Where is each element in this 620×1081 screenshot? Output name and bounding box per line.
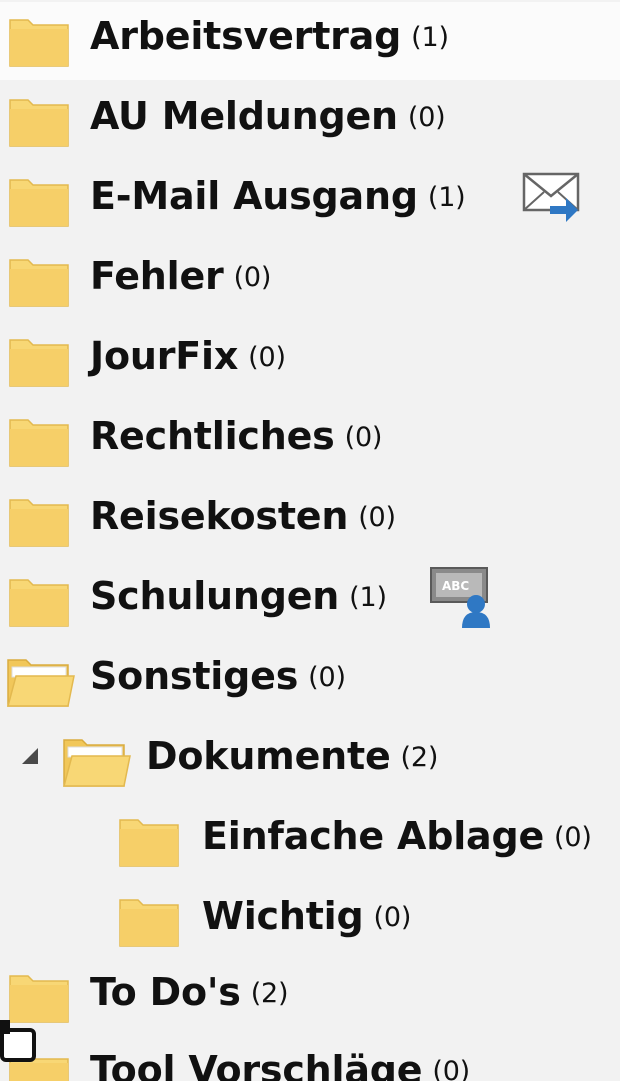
folder-icon xyxy=(8,252,72,308)
folder-item-dokumente[interactable]: Dokumente (2) xyxy=(0,722,620,800)
unread-count: (1) xyxy=(349,582,387,613)
unread-count: (0) xyxy=(432,1056,471,1081)
folder-label: Sonstiges (0) xyxy=(90,654,346,698)
folder-item-e-mail-ausgang[interactable]: E-Mail Ausgang (1) xyxy=(0,162,620,240)
folder-icon xyxy=(8,12,72,68)
svg-text:ABC: ABC xyxy=(442,579,469,593)
folder-label: Einfache Ablage (0) xyxy=(202,814,592,858)
folder-item-to-dos[interactable]: To Do's (2) xyxy=(0,958,620,1036)
folder-item-tool-vorschlaege[interactable]: Tool Vorschläge (0) xyxy=(0,1036,620,1081)
folder-icon xyxy=(8,172,72,228)
folder-label: Dokumente (2) xyxy=(146,734,439,778)
folder-item-reisekosten[interactable]: Reisekosten (0) xyxy=(0,482,620,560)
unread-count: (0) xyxy=(233,262,272,293)
mail-outbox-icon xyxy=(520,164,586,230)
folder-item-wichtig[interactable]: Wichtig (0) xyxy=(0,882,620,960)
folder-label: Tool Vorschläge (0) xyxy=(90,1048,470,1081)
folder-item-sonstiges[interactable]: Sonstiges (0) xyxy=(0,642,620,720)
folder-label: E-Mail Ausgang (1) xyxy=(90,174,466,218)
folder-item-jourfix[interactable]: JourFix (0) xyxy=(0,322,620,400)
unread-count: (0) xyxy=(344,422,383,453)
unread-count: (1) xyxy=(411,22,449,53)
folder-item-rechtliches[interactable]: Rechtliches (0) xyxy=(0,402,620,480)
unread-count: (0) xyxy=(373,902,412,933)
folder-item-au-meldungen[interactable]: AU Meldungen (0) xyxy=(0,82,620,160)
folder-item-arbeitsvertrag[interactable]: Arbeitsvertrag (1) xyxy=(0,2,620,80)
training-presenter-icon: ABC xyxy=(428,564,494,630)
drag-handle-icon xyxy=(0,1020,42,1070)
folder-icon xyxy=(118,812,182,868)
folder-open-icon xyxy=(6,652,75,708)
folder-icon xyxy=(8,412,72,468)
folder-label: Fehler (0) xyxy=(90,254,272,298)
folder-item-einfache-ablage[interactable]: Einfache Ablage (0) xyxy=(0,802,620,880)
unread-count: (0) xyxy=(407,102,446,133)
folder-label: Reisekosten (0) xyxy=(90,494,396,538)
folder-icon xyxy=(8,572,72,628)
folder-item-schulungen[interactable]: Schulungen (1) ABC xyxy=(0,562,620,640)
unread-count: (0) xyxy=(248,342,286,373)
unread-count: (1) xyxy=(427,182,466,213)
unread-count: (0) xyxy=(358,502,396,533)
folder-icon xyxy=(118,892,182,948)
folder-icon xyxy=(8,968,72,1024)
folder-icon xyxy=(8,492,72,548)
unread-count: (0) xyxy=(554,822,592,853)
expand-collapse-arrow-icon[interactable] xyxy=(22,748,38,764)
unread-count: (2) xyxy=(250,978,289,1009)
unread-count: (0) xyxy=(308,662,346,693)
folder-label: To Do's (2) xyxy=(90,970,289,1014)
folder-icon xyxy=(8,332,72,388)
folder-tree: Arbeitsvertrag (1) AU Meldungen (0) E-Mail… xyxy=(0,0,620,1081)
folder-item-fehler[interactable]: Fehler (0) xyxy=(0,242,620,320)
folder-label: Wichtig (0) xyxy=(202,894,412,938)
folder-label: Schulungen (1) xyxy=(90,574,387,618)
unread-count: (2) xyxy=(400,742,439,773)
folder-label: AU Meldungen (0) xyxy=(90,94,446,138)
folder-open-icon xyxy=(62,732,131,788)
folder-label: JourFix (0) xyxy=(90,334,286,378)
folder-label: Arbeitsvertrag (1) xyxy=(90,14,449,58)
folder-icon xyxy=(8,92,72,148)
folder-label: Rechtliches (0) xyxy=(90,414,383,458)
